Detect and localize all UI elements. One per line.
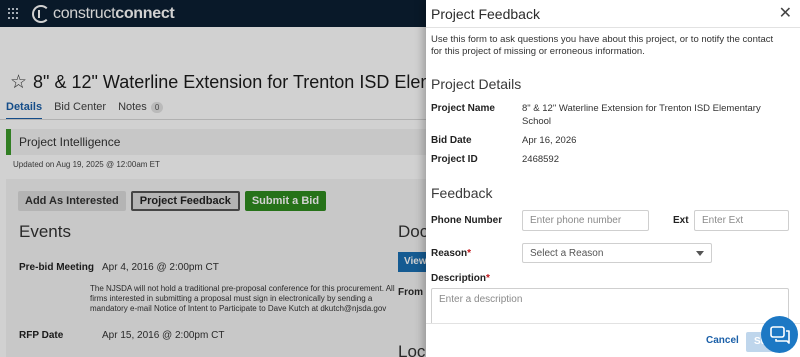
project-id-label: Project ID [431,154,478,165]
drawer-title: Project Feedback [431,5,540,22]
phone-number-input[interactable] [522,210,649,231]
ext-input[interactable] [694,210,789,231]
ext-label: Ext [673,215,689,226]
drawer-footer: Cancel Submit [426,323,800,357]
required-marker: * [467,248,472,259]
drawer-header: Project Feedback ✕ [426,0,800,28]
phone-number-label: Phone Number [431,215,503,226]
chat-button[interactable] [761,316,798,353]
project-name-value: 8" & 12" Waterline Extension for Trenton… [522,103,761,127]
project-details-heading: Project Details [431,76,522,92]
reason-select-value: Select a Reason [530,247,604,259]
description-label: Description* [431,273,490,284]
reason-label: Reason* [431,248,471,259]
feedback-heading: Feedback [431,185,493,201]
bid-date-value: Apr 16, 2026 [522,135,577,146]
reason-select[interactable]: Select a Reason [522,243,712,263]
description-label-text: Description [431,273,487,284]
required-marker: * [486,273,490,284]
project-feedback-drawer: Project Feedback ✕ Use this form to ask … [426,0,800,357]
project-name-label: Project Name [431,103,495,114]
chat-icon [769,325,790,344]
modal-backdrop[interactable] [0,0,426,357]
cancel-button[interactable]: Cancel [706,335,739,346]
close-icon[interactable]: ✕ [779,5,792,22]
chevron-down-icon [696,250,704,256]
bid-date-label: Bid Date [431,135,472,146]
drawer-intro-text: Use this form to ask questions you have … [431,34,774,57]
reason-label-text: Reason [431,248,468,259]
project-id-value: 2468592 [522,154,559,165]
